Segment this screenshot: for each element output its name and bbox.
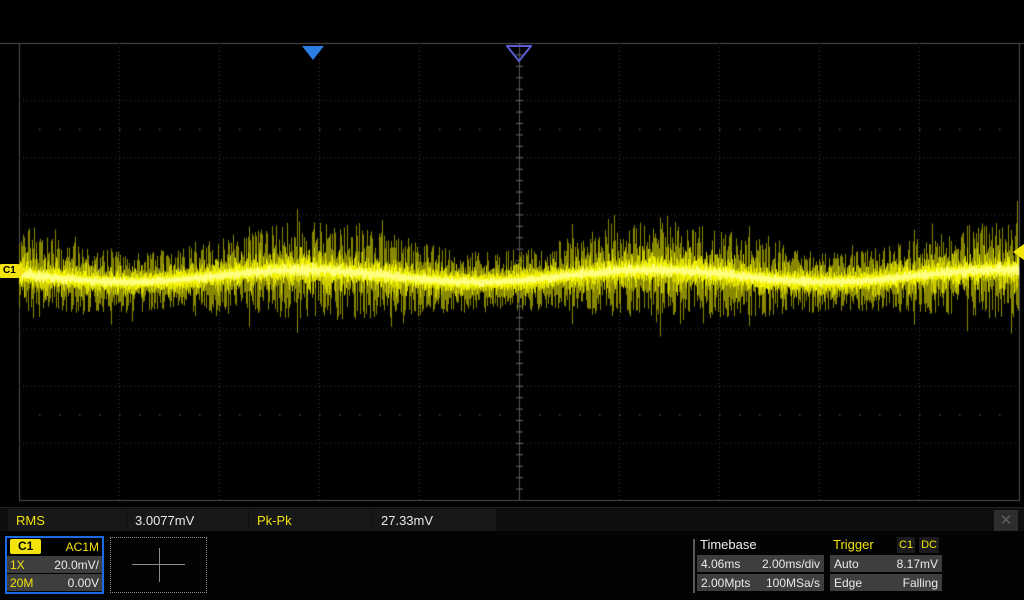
horizontal-center-marker-icon[interactable]	[506, 45, 532, 63]
timebase-points: 2.00Mpts	[701, 576, 750, 590]
timebase-panel[interactable]: Timebase 4.06ms 2.00ms/div 2.00Mpts 100M…	[697, 537, 824, 591]
channel1-position-marker[interactable]: C1	[0, 264, 26, 278]
trigger-title: Trigger	[833, 537, 874, 553]
channel1-name-badge: C1	[10, 539, 41, 554]
trigger-source-badge: C1	[897, 537, 915, 553]
channel1-attenuation: 1X	[10, 558, 25, 572]
trigger-type: Edge	[834, 576, 862, 590]
close-icon: ✕	[1000, 512, 1013, 529]
measurement-pkpk-value: 27.33mV	[381, 513, 433, 528]
panel-divider	[693, 539, 695, 593]
measurement-rms-label-cell[interactable]: RMS	[8, 509, 126, 531]
channel1-offset: 0.00V	[68, 576, 99, 590]
measurement-rms-value-cell: 3.0077mV	[127, 509, 248, 531]
channel1-panel[interactable]: C1 AC1M 1X 20.0mV/ 20M 0.00V	[5, 536, 104, 594]
trigger-level-marker-icon[interactable]	[1013, 244, 1024, 260]
timebase-title: Timebase	[700, 537, 757, 553]
channel1-bandwidth-limit: 20M	[10, 576, 33, 590]
trigger-panel[interactable]: Trigger C1 DC Auto 8.17mV Edge Falling	[830, 537, 942, 591]
trigger-type-row: Edge Falling	[830, 574, 942, 591]
measurement-rms-label: RMS	[16, 513, 45, 528]
timebase-delay: 4.06ms	[701, 557, 740, 571]
measurement-pkpk-label-cell[interactable]: Pk-Pk	[249, 509, 372, 531]
trigger-slope: Falling	[903, 576, 938, 590]
trigger-coupling-badge: DC	[919, 537, 939, 553]
channel1-position-label: C1	[0, 264, 19, 278]
horizontal-trigger-position-marker-icon[interactable]	[302, 46, 324, 60]
timebase-delay-row: 4.06ms 2.00ms/div	[697, 555, 824, 572]
measurement-pkpk-label: Pk-Pk	[257, 513, 292, 528]
channel1-offset-row: 20M 0.00V	[7, 574, 102, 591]
timebase-panel-header: Timebase	[697, 537, 824, 553]
measurement-bar: RMS 3.0077mV Pk-Pk 27.33mV ✕	[0, 507, 1024, 533]
trigger-mode: Auto	[834, 557, 859, 571]
add-channel-descriptor-box[interactable]	[110, 537, 207, 593]
channel1-volts-per-div: 20.0mV/	[54, 558, 99, 572]
measurement-pkpk-value-cell: 27.33mV	[373, 509, 496, 531]
timebase-acquisition-row: 2.00Mpts 100MSa/s	[697, 574, 824, 591]
timebase-sample-rate: 100MSa/s	[766, 576, 820, 590]
channel1-scale-row: 1X 20.0mV/	[7, 556, 102, 573]
trigger-mode-row: Auto 8.17mV	[830, 555, 942, 572]
channel1-position-arrow-icon	[19, 264, 26, 278]
oscilloscope-screen: C1 RMS 3.0077mV Pk-Pk 27.33mV ✕ C1 AC1M	[0, 0, 1024, 600]
timebase-scale: 2.00ms/div	[762, 557, 820, 571]
measurement-rms-value: 3.0077mV	[135, 513, 194, 528]
trigger-level: 8.17mV	[897, 557, 938, 571]
crosshair-icon	[132, 548, 185, 582]
channel1-coupling: AC1M	[66, 540, 99, 554]
bottom-status-bar: C1 AC1M 1X 20.0mV/ 20M 0.00V Timebase 4.…	[0, 531, 1024, 600]
channel1-panel-header: C1 AC1M	[7, 538, 102, 555]
close-measurements-button[interactable]: ✕	[994, 510, 1018, 531]
trigger-badges: C1 DC	[897, 537, 939, 553]
trigger-panel-header: Trigger C1 DC	[830, 537, 942, 553]
